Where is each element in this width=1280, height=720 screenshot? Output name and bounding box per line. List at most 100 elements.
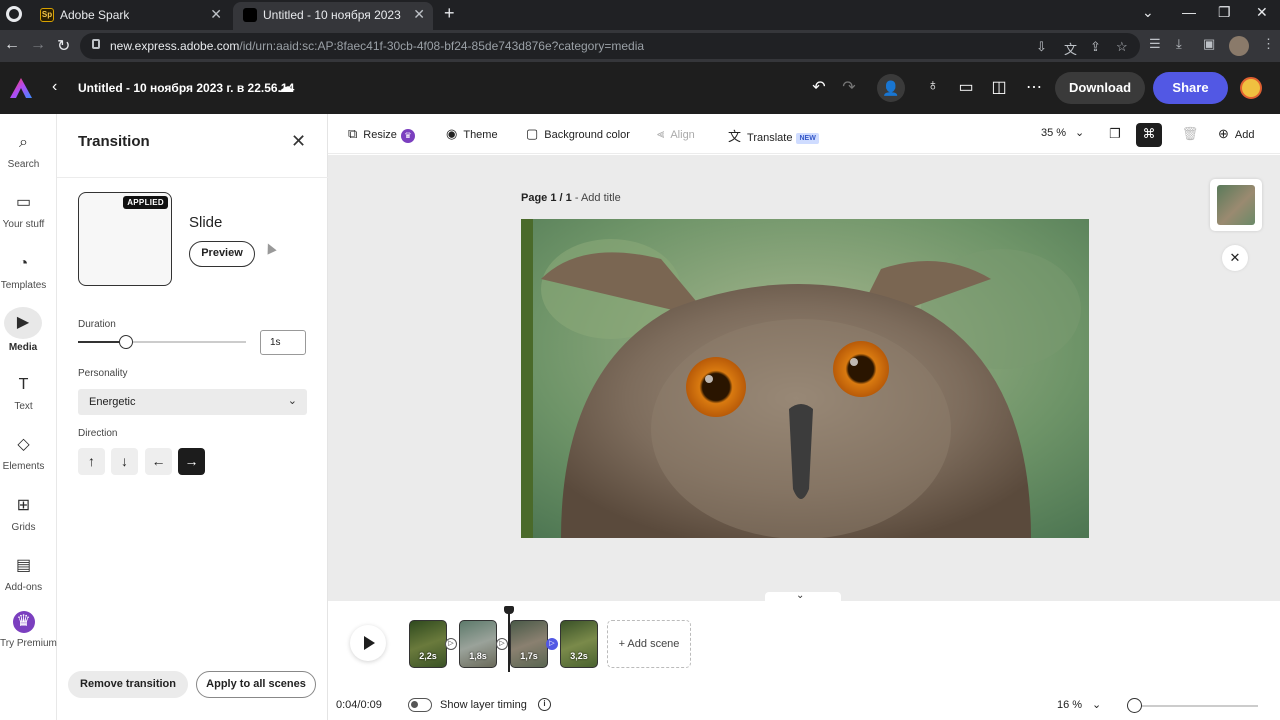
rail-item-templates[interactable]: ◔ Templates [0, 253, 47, 291]
chat-icon[interactable]: ◫ [988, 77, 1010, 97]
pages-icon[interactable]: ❐ [1102, 123, 1128, 147]
timeline: 2,2s ▷ 1,8s ▷ 1,7s ▷ 3,2s + Add scene 0:… [328, 601, 1280, 720]
download-button[interactable]: Download [1055, 72, 1145, 104]
preview-button[interactable]: Preview [189, 241, 255, 267]
rail-item-search[interactable]: ⌕ Search [0, 132, 47, 170]
rail-item-addons[interactable]: ▤ Add-ons [0, 555, 47, 593]
more-icon[interactable]: ⋯ [1023, 77, 1045, 97]
forward-icon[interactable]: → [30, 36, 46, 54]
remove-transition-button[interactable]: Remove transition [68, 671, 188, 698]
theme-button[interactable]: ◉ Theme [446, 126, 498, 142]
invite-collaborators-button[interactable]: 👤 [877, 74, 905, 102]
templates-icon: ◔ [18, 255, 29, 272]
chevron-down-icon[interactable]: ⌄ [1092, 698, 1101, 711]
page-thumbnail[interactable] [1210, 179, 1262, 231]
duration-slider-knob[interactable] [119, 335, 133, 349]
rail-item-media[interactable]: ▶ Media [4, 307, 42, 353]
chevron-down-icon[interactable]: ⌄ [1075, 126, 1084, 139]
align-button[interactable]: ⫷ Align [657, 126, 695, 142]
rail-item-try-premium[interactable]: ♛ Try Premium [0, 611, 57, 649]
add-scene-button[interactable]: + Add scene [607, 620, 691, 668]
bulb-icon[interactable]: ♁ [922, 77, 944, 95]
close-tab-icon[interactable]: ✕ [413, 6, 425, 23]
close-icon[interactable]: ✕ [291, 131, 306, 152]
direction-left-button[interactable]: ← [145, 448, 172, 475]
chrome-menu-icon[interactable]: ⋮ [1262, 36, 1275, 52]
spark-favicon-icon: Sp [40, 8, 54, 22]
reading-list-icon[interactable]: ☰ [1149, 36, 1161, 52]
install-icon[interactable]: ⇩ [1036, 39, 1047, 55]
canvas-area: Page 1 / 1 - Add title ✕ ⌄ [328, 155, 1280, 602]
share-page-icon[interactable]: ⇪ [1090, 39, 1101, 55]
direction-right-button[interactable]: → [178, 448, 205, 475]
scene-thumb[interactable]: 1,7s [510, 620, 548, 668]
transition-preview-card[interactable]: APPLIED [78, 192, 172, 286]
scene-thumb[interactable]: 2,2s [409, 620, 447, 668]
browser-tab-express[interactable]: Untitled - 10 ноября 2023 г. в 2 ✕ [233, 2, 433, 30]
zoom-level[interactable]: 35 % [1041, 127, 1066, 139]
background-color-button[interactable]: ▢ Background color [526, 126, 630, 142]
comment-icon[interactable]: ▭ [955, 77, 977, 97]
page-label[interactable]: Page 1 / 1 - Add title [521, 192, 621, 204]
grid-view-icon[interactable]: ⌘ [1136, 123, 1162, 147]
color-square-icon: ▢ [526, 126, 539, 141]
playhead[interactable] [508, 608, 510, 672]
document-title[interactable]: Untitled - 10 ноября 2023 г. в 22.56.14 [78, 81, 294, 95]
direction-up-button[interactable]: ↑ [78, 448, 105, 475]
owl-photo[interactable] [521, 219, 1089, 538]
redo-icon[interactable]: ↷ [838, 77, 860, 97]
downloads-icon[interactable]: ⤓ [1176, 36, 1182, 52]
play-button[interactable] [350, 625, 386, 661]
adobe-express-logo-icon[interactable] [10, 78, 32, 98]
addons-icon: ▤ [15, 557, 32, 574]
new-tab-icon[interactable]: + [444, 3, 455, 24]
transition-icon[interactable]: ▷ [445, 638, 457, 650]
minimize-icon[interactable]: — [1182, 4, 1196, 20]
rail-item-grids[interactable]: ⊞ Grids [0, 495, 47, 533]
close-icon[interactable]: ✕ [1222, 245, 1248, 271]
chevron-down-icon: ⌄ [796, 590, 805, 601]
profile-avatar[interactable] [1229, 36, 1249, 56]
delete-icon[interactable]: 🗑 [1177, 123, 1203, 147]
duration-input[interactable]: 1s [260, 330, 306, 355]
timeline-zoom-knob[interactable] [1127, 698, 1142, 713]
bookmark-star-icon[interactable]: ☆ [1116, 39, 1128, 55]
rail-item-elements[interactable]: ◇ Elements [0, 434, 47, 472]
add-page-button[interactable]: ⊕ Add [1218, 126, 1254, 142]
share-button[interactable]: Share [1153, 72, 1228, 104]
reload-icon[interactable]: ↻ [57, 36, 70, 56]
timeline-zoom[interactable]: 16 % [1057, 699, 1082, 711]
address-bar[interactable]: new.express.adobe.com/id/urn:aaid:sc:AP:… [80, 33, 1140, 59]
tab-search-icon[interactable]: ⌄ [1142, 4, 1154, 21]
close-window-icon[interactable]: ✕ [1256, 4, 1268, 21]
side-panel-icon[interactable]: ▣ [1203, 36, 1215, 52]
back-arrow-icon[interactable]: ‹ [52, 78, 57, 96]
transition-icon-selected[interactable]: ▷ [546, 638, 558, 650]
scene-thumb[interactable]: 3,2s [560, 620, 598, 668]
translate-page-icon[interactable]: 文 [1064, 39, 1077, 58]
info-icon[interactable]: i [538, 698, 551, 711]
translate-button[interactable]: 文 Translate NEW [728, 126, 819, 145]
rail-item-your-stuff[interactable]: ▭ Your stuff [0, 192, 47, 230]
layer-timing-toggle[interactable] [408, 698, 432, 712]
close-tab-icon[interactable]: ✕ [210, 6, 222, 23]
personality-value: Energetic [89, 396, 136, 408]
user-avatar[interactable] [1240, 77, 1262, 99]
timeline-zoom-slider[interactable] [1128, 705, 1258, 707]
transition-icon[interactable]: ▷ [496, 638, 508, 650]
apply-to-all-button[interactable]: Apply to all scenes [196, 671, 316, 698]
restore-icon[interactable]: ❐ [1218, 4, 1231, 21]
resize-button[interactable]: ⧉ Resize ♛ [348, 126, 415, 143]
back-icon[interactable]: ← [4, 36, 20, 54]
undo-icon[interactable]: ↶ [808, 77, 830, 97]
adobe-express-favicon-icon [243, 8, 257, 22]
personality-select[interactable]: Energetic ⌄ [78, 389, 307, 415]
translate-icon: 文 [728, 129, 742, 144]
scene-thumb[interactable]: 1,8s [459, 620, 497, 668]
direction-down-button[interactable]: ↓ [111, 448, 138, 475]
lock-icon [92, 39, 100, 49]
duration-slider-track[interactable] [78, 341, 246, 343]
scene-duration: 1,7s [520, 651, 538, 661]
rail-item-text[interactable]: T Text [0, 374, 47, 412]
browser-tab-spark[interactable]: Sp Adobe Spark ✕ [30, 2, 230, 30]
